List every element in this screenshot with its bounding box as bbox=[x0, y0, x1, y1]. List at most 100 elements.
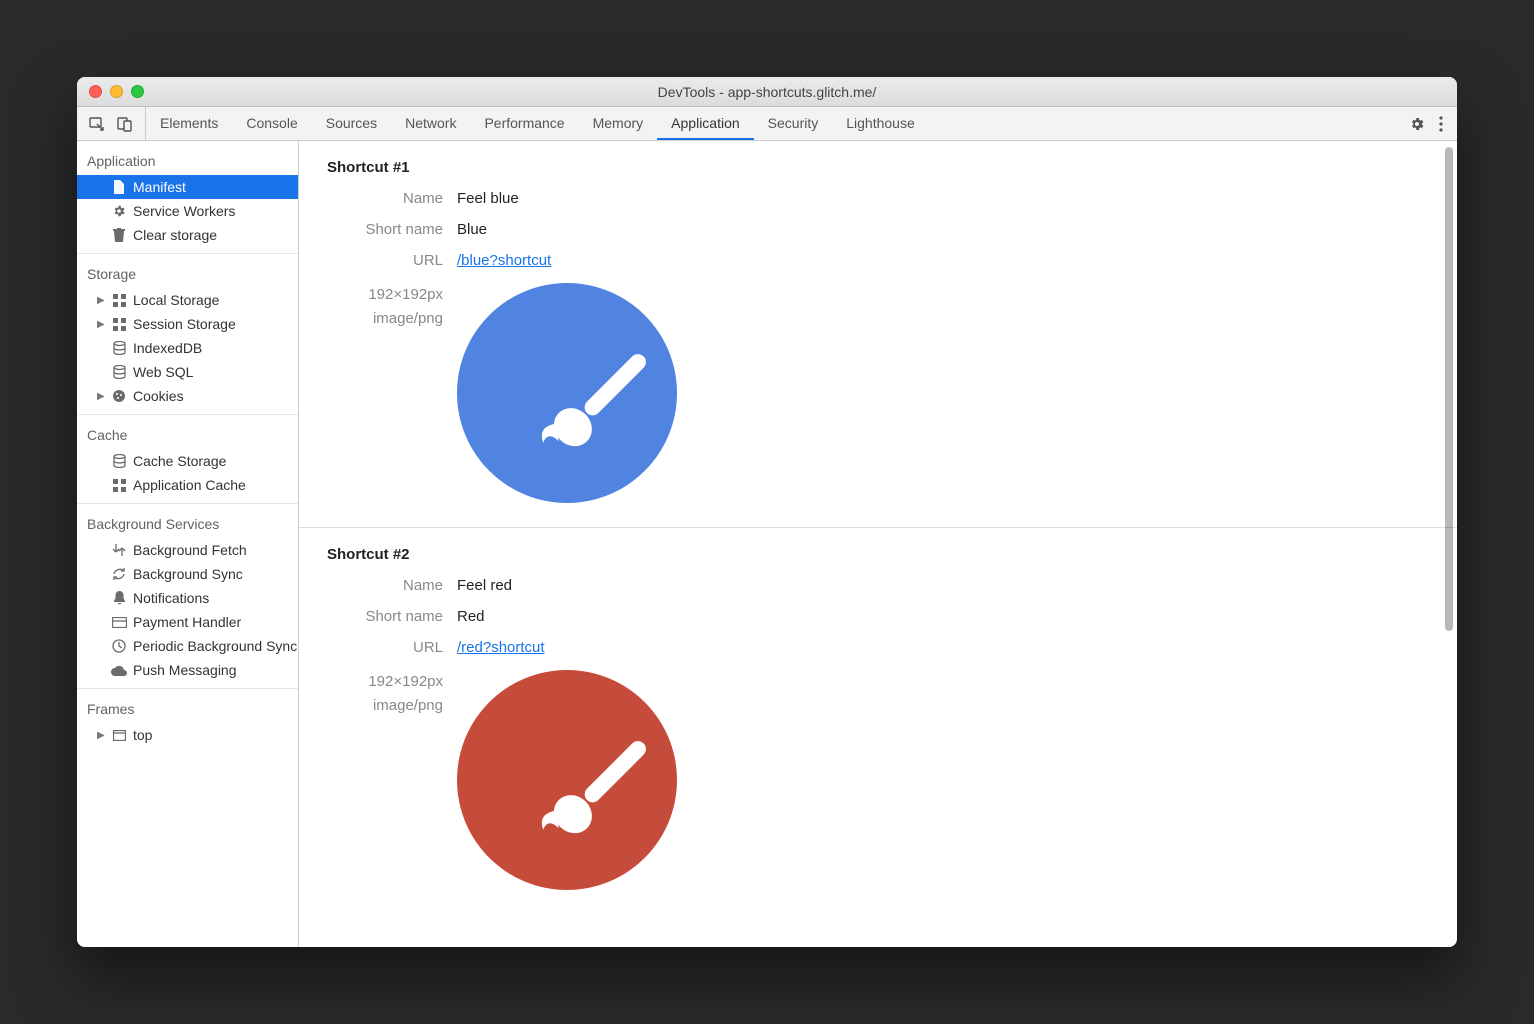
sidebar-item-cache-storage[interactable]: Cache Storage bbox=[77, 449, 298, 473]
shortcut-url-link[interactable]: /blue?shortcut bbox=[457, 252, 551, 269]
grid-icon bbox=[111, 294, 127, 307]
tab-elements[interactable]: Elements bbox=[146, 107, 232, 140]
sidebar-item-indexeddb[interactable]: IndexedDB bbox=[77, 336, 298, 360]
sync-icon bbox=[111, 567, 127, 581]
devtools-window: DevTools - app-shortcuts.glitch.me/ Elem… bbox=[77, 77, 1457, 947]
close-icon[interactable] bbox=[89, 85, 102, 98]
grid-icon bbox=[111, 318, 127, 331]
section-heading: Shortcut #1 bbox=[327, 159, 1429, 176]
chevron-right-icon[interactable]: ▶ bbox=[97, 730, 105, 741]
sidebar-item-payment-handler[interactable]: Payment Handler bbox=[77, 610, 298, 634]
sidebar-item-label: Periodic Background Sync bbox=[133, 638, 297, 654]
shortcut-url-link[interactable]: /red?shortcut bbox=[457, 639, 545, 656]
sidebar-item-websql[interactable]: Web SQL bbox=[77, 360, 298, 384]
chevron-right-icon[interactable]: ▶ bbox=[97, 319, 105, 330]
tab-console[interactable]: Console bbox=[232, 107, 311, 140]
sidebar-item-label: Notifications bbox=[133, 590, 209, 606]
sidebar-item-label: Session Storage bbox=[133, 316, 236, 332]
sidebar-item-periodic-sync[interactable]: Periodic Background Sync bbox=[77, 634, 298, 658]
field-label: Name bbox=[327, 190, 457, 207]
inspect-icon[interactable] bbox=[89, 116, 105, 132]
sidebar-item-label: Background Sync bbox=[133, 566, 243, 582]
sidebar-item-local-storage[interactable]: ▶ Local Storage bbox=[77, 288, 298, 312]
card-icon bbox=[111, 617, 127, 628]
sidebar-item-service-workers[interactable]: Service Workers bbox=[77, 199, 298, 223]
sidebar-item-top-frame[interactable]: ▶ top bbox=[77, 723, 298, 747]
group-storage: Storage bbox=[77, 260, 298, 288]
window-title: DevTools - app-shortcuts.glitch.me/ bbox=[77, 84, 1457, 100]
sidebar-item-label: Web SQL bbox=[133, 364, 193, 380]
field-label: URL bbox=[327, 639, 457, 656]
sidebar-item-label: IndexedDB bbox=[133, 340, 202, 356]
panel-tabs: Elements Console Sources Network Perform… bbox=[146, 107, 929, 140]
gear-icon[interactable] bbox=[1409, 116, 1425, 132]
sidebar-item-notifications[interactable]: Notifications bbox=[77, 586, 298, 610]
shortcut-section: Shortcut #2 Name Feel red Short name Red… bbox=[299, 528, 1457, 914]
sidebar-item-push-messaging[interactable]: Push Messaging bbox=[77, 658, 298, 682]
icon-mime: image/png bbox=[327, 694, 443, 718]
sidebar-item-session-storage[interactable]: ▶ Session Storage bbox=[77, 312, 298, 336]
group-application: Application bbox=[77, 147, 298, 175]
window-controls bbox=[89, 85, 144, 98]
database-icon bbox=[111, 454, 127, 468]
tab-application[interactable]: Application bbox=[657, 107, 754, 140]
database-icon bbox=[111, 341, 127, 355]
icon-mime: image/png bbox=[327, 307, 443, 331]
sidebar-item-manifest[interactable]: Manifest bbox=[77, 175, 298, 199]
manifest-pane: Shortcut #1 Name Feel blue Short name Bl… bbox=[299, 141, 1457, 947]
sidebar-item-background-sync[interactable]: Background Sync bbox=[77, 562, 298, 586]
more-icon[interactable] bbox=[1439, 116, 1443, 132]
minimize-icon[interactable] bbox=[110, 85, 123, 98]
tab-memory[interactable]: Memory bbox=[579, 107, 658, 140]
tab-network[interactable]: Network bbox=[391, 107, 470, 140]
grid-icon bbox=[111, 479, 127, 492]
database-icon bbox=[111, 365, 127, 379]
bell-icon bbox=[111, 591, 127, 605]
trash-icon bbox=[111, 228, 127, 242]
group-frames: Frames bbox=[77, 695, 298, 723]
field-label: URL bbox=[327, 252, 457, 269]
sidebar-item-label: Cache Storage bbox=[133, 453, 226, 469]
sidebar-item-label: Application Cache bbox=[133, 477, 246, 493]
clock-icon bbox=[111, 639, 127, 653]
icon-dimensions: 192×192px bbox=[327, 283, 443, 307]
tab-sources[interactable]: Sources bbox=[312, 107, 391, 140]
tab-security[interactable]: Security bbox=[754, 107, 833, 140]
sidebar-item-cookies[interactable]: ▶ Cookies bbox=[77, 384, 298, 408]
file-icon bbox=[111, 180, 127, 194]
sidebar-item-label: Clear storage bbox=[133, 227, 217, 243]
sidebar-item-label: Background Fetch bbox=[133, 542, 247, 558]
chevron-right-icon[interactable]: ▶ bbox=[97, 391, 105, 402]
shortcut-icon bbox=[457, 283, 677, 503]
sidebar-item-label: Payment Handler bbox=[133, 614, 241, 630]
fetch-icon bbox=[111, 543, 127, 557]
sidebar-item-clear-storage[interactable]: Clear storage bbox=[77, 223, 298, 247]
frame-icon bbox=[111, 730, 127, 741]
scrollbar-thumb[interactable] bbox=[1445, 147, 1453, 631]
scrollbar[interactable] bbox=[1441, 141, 1455, 947]
cookie-icon bbox=[111, 389, 127, 403]
field-value: Red bbox=[457, 608, 485, 625]
tab-lighthouse[interactable]: Lighthouse bbox=[832, 107, 929, 140]
application-sidebar: Application Manifest Service Workers Cle… bbox=[77, 141, 299, 947]
titlebar: DevTools - app-shortcuts.glitch.me/ bbox=[77, 77, 1457, 107]
icon-dimensions: 192×192px bbox=[327, 670, 443, 694]
field-value: Feel red bbox=[457, 577, 512, 594]
cloud-icon bbox=[111, 665, 127, 676]
sidebar-item-application-cache[interactable]: Application Cache bbox=[77, 473, 298, 497]
section-heading: Shortcut #2 bbox=[327, 546, 1429, 563]
field-label: Short name bbox=[327, 608, 457, 625]
field-label: Short name bbox=[327, 221, 457, 238]
chevron-right-icon[interactable]: ▶ bbox=[97, 295, 105, 306]
sidebar-item-label: top bbox=[133, 727, 152, 743]
sidebar-item-label: Service Workers bbox=[133, 203, 235, 219]
field-value: Feel blue bbox=[457, 190, 519, 207]
tab-performance[interactable]: Performance bbox=[470, 107, 578, 140]
device-icon[interactable] bbox=[117, 116, 133, 132]
sidebar-item-background-fetch[interactable]: Background Fetch bbox=[77, 538, 298, 562]
group-background: Background Services bbox=[77, 510, 298, 538]
gear-icon bbox=[111, 204, 127, 218]
maximize-icon[interactable] bbox=[131, 85, 144, 98]
sidebar-item-label: Local Storage bbox=[133, 292, 219, 308]
sidebar-item-label: Manifest bbox=[133, 179, 186, 195]
